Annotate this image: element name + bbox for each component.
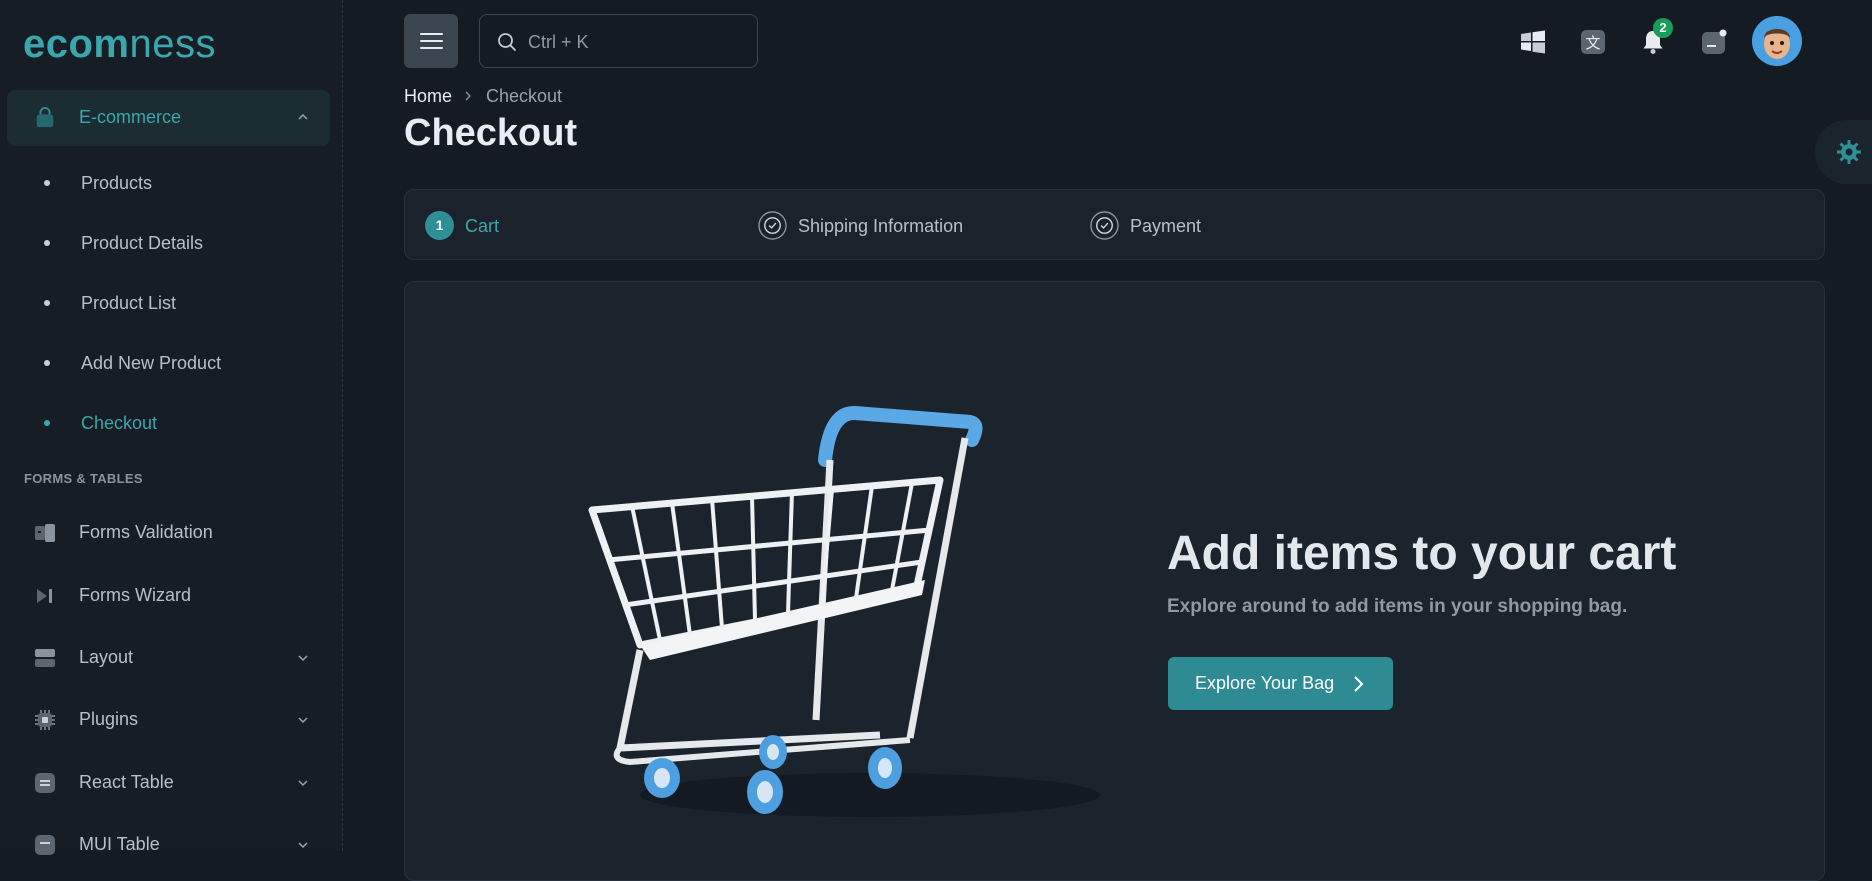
svg-text:文: 文 (1585, 34, 1600, 52)
chevron-right-icon (1354, 676, 1364, 692)
table-icon (35, 835, 55, 855)
user-avatar-image (1752, 16, 1802, 66)
settings-button[interactable] (1815, 120, 1872, 184)
breadcrumb-current: Checkout (486, 86, 563, 106)
sidebar-item-label: Product List (81, 293, 177, 313)
step-label: Cart (465, 216, 500, 236)
bullet (44, 360, 50, 366)
breadcrumb-home[interactable]: Home (404, 86, 452, 107)
avatar[interactable] (1752, 16, 1802, 66)
sidebar-item-mui-table[interactable]: MUI Table (0, 820, 330, 870)
checkout-stepper: 1 Cart Shipping Information Payment (404, 189, 1825, 260)
sidebar-item-add-new-product[interactable]: Add New Product (0, 343, 330, 383)
step-label: Shipping Information (798, 216, 964, 236)
chip-icon (35, 710, 55, 730)
menu-icon-line (420, 40, 443, 42)
sidebar-item-forms-wizard[interactable]: Forms Wizard (0, 571, 330, 621)
section-title: FORMS & TABLES (24, 471, 143, 486)
search-icon (498, 33, 516, 51)
empty-cart-subtitle: Explore around to add items in your shop… (1167, 596, 1628, 617)
chevron-down-icon (298, 842, 308, 849)
search-input[interactable] (526, 29, 740, 55)
sidebar-item-label: Forms Wizard (79, 585, 191, 605)
empty-cart-title: Add items to your cart (1167, 527, 1677, 580)
chevron-down-icon (298, 780, 308, 787)
sidebar-item-react-table[interactable]: React Table (0, 758, 330, 808)
step-label: Payment (1130, 216, 1202, 236)
sidebar-item-label: Products (81, 173, 153, 193)
search-box[interactable] (479, 14, 758, 68)
check-circle-icon (1090, 211, 1119, 240)
shopping-cart-illustration (588, 406, 1100, 817)
logo[interactable]: ecomness (23, 20, 216, 68)
menu-icon-line (420, 47, 443, 49)
check-circle-icon (758, 211, 787, 240)
logo-part-1: ecom (23, 22, 130, 66)
wizard-icon (37, 589, 52, 603)
menu-toggle-button[interactable] (404, 14, 458, 68)
bullet (44, 180, 50, 186)
sidebar-item-label: Plugins (79, 709, 139, 729)
sidebar-item-products[interactable]: Products (0, 163, 330, 203)
chevron-down-icon (298, 655, 308, 662)
sidebar-item-layout[interactable]: Layout (0, 633, 330, 683)
chevron-down-icon (298, 717, 308, 724)
sidebar-item-product-list[interactable]: Product List (0, 283, 330, 323)
shopping-bag-icon (36, 107, 54, 128)
sidebar-item-checkout[interactable]: Checkout (0, 403, 330, 443)
form-validation-icon (35, 524, 55, 542)
logo-part-2: ness (129, 22, 216, 66)
sidebar-item-label: Layout (79, 647, 134, 667)
bullet (44, 300, 50, 306)
table-icon (35, 773, 55, 793)
sidebar-item-product-details[interactable]: Product Details (0, 223, 330, 263)
sidebar-item-ecommerce[interactable]: E-commerce (7, 90, 330, 146)
page-title: Checkout (404, 112, 578, 154)
explore-bag-button[interactable]: Explore Your Bag (1168, 657, 1393, 710)
menu-icon-line (420, 33, 443, 35)
bullet (44, 420, 50, 426)
message-icon[interactable] (1700, 28, 1728, 56)
sidebar-item-plugins[interactable]: Plugins (0, 695, 330, 745)
sidebar-item-label: Product Details (81, 233, 204, 253)
gear-icon (1837, 140, 1861, 164)
button-label: Explore Your Bag (1195, 673, 1335, 693)
sidebar-item-label: E-commerce (79, 107, 182, 127)
sidebar-item-label: React Table (79, 772, 174, 792)
windows-icon[interactable] (1519, 28, 1547, 56)
sidebar-item-label: Add New Product (81, 353, 222, 373)
sidebar-item-label: MUI Table (79, 834, 160, 854)
step-number: 1 (425, 211, 454, 240)
bullet (44, 240, 50, 246)
notification-badge: 2 (1653, 18, 1673, 38)
sidebar-item-label: Forms Validation (79, 522, 213, 542)
sidebar: ecomness E-commerce Products Product Det… (0, 0, 343, 855)
layout-icon (35, 649, 55, 667)
chevron-right-icon (465, 91, 471, 101)
sidebar-item-label: Checkout (81, 413, 158, 433)
translate-icon[interactable]: 文 (1579, 28, 1607, 56)
sidebar-item-forms-validation[interactable]: Forms Validation (0, 508, 330, 558)
chevron-up-icon (298, 113, 308, 120)
